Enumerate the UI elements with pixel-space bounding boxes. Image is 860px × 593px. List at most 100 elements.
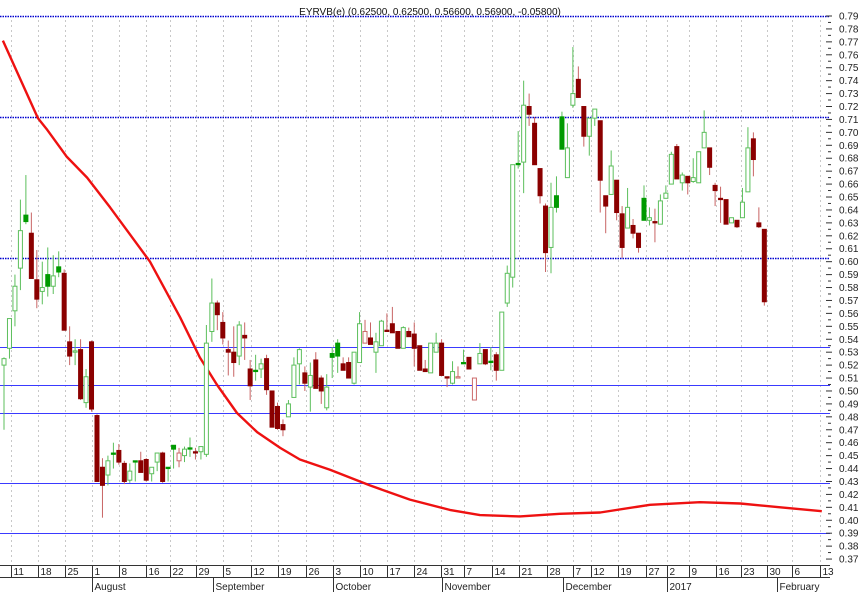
candle-body	[526, 106, 532, 115]
candle-body	[532, 122, 538, 166]
candle-body	[171, 444, 177, 450]
y-tick-label: 0.48	[839, 412, 859, 423]
candle	[367, 322, 373, 345]
candle-body	[477, 352, 483, 365]
x-tick-label: 8	[122, 567, 128, 578]
candle-body	[674, 146, 680, 180]
candle-body	[143, 458, 149, 481]
candle-body	[378, 320, 384, 347]
candle	[28, 212, 34, 279]
y-tick-label: 0.72	[839, 102, 859, 113]
candle-body	[132, 460, 138, 463]
x-tick-label: 16	[719, 567, 731, 578]
candle	[340, 357, 346, 371]
y-tick-label: 0.38	[839, 542, 859, 553]
candle-body	[198, 446, 204, 453]
candle	[362, 319, 368, 344]
y-tick-label: 0.66	[839, 180, 859, 191]
candle	[575, 66, 581, 98]
candle-body	[154, 452, 160, 463]
candle	[132, 460, 138, 482]
candle	[72, 339, 78, 366]
x-tick-label: 19	[281, 567, 293, 578]
x-tick-label: 2	[670, 567, 676, 578]
candle	[318, 375, 324, 404]
candle-body	[116, 449, 122, 463]
candle	[482, 349, 488, 366]
candle	[674, 144, 680, 180]
candle	[756, 207, 762, 229]
candle-body	[455, 376, 461, 379]
candle	[564, 123, 570, 179]
candle	[231, 326, 237, 377]
month-label: October	[336, 582, 372, 593]
candle-body	[236, 324, 242, 357]
candle	[553, 176, 559, 213]
candle	[750, 132, 756, 177]
candle-body	[630, 224, 636, 234]
y-tick-label: 0.79	[839, 12, 859, 23]
x-tick-label: 26	[309, 567, 321, 578]
candle	[477, 343, 483, 365]
x-tick-label: 11	[14, 567, 25, 578]
candle	[619, 206, 625, 258]
candle-body	[313, 359, 319, 389]
y-tick-label: 0.41	[839, 503, 859, 514]
candle-body	[121, 462, 127, 482]
candle-body	[373, 341, 379, 353]
candle	[171, 444, 177, 469]
candle-body	[586, 117, 592, 137]
candle-body	[707, 147, 713, 168]
candle-body	[548, 206, 554, 248]
candle	[499, 311, 505, 371]
candle	[258, 358, 264, 379]
candle-body	[411, 333, 417, 349]
x-tick-label: 23	[744, 567, 756, 578]
candle	[105, 455, 111, 486]
candle-body	[187, 447, 193, 450]
candle	[526, 93, 532, 126]
candle-body	[679, 174, 685, 184]
candle	[395, 330, 401, 349]
candle	[357, 312, 363, 364]
x-tick-label: 18	[41, 567, 53, 578]
candle-body	[389, 323, 395, 334]
candle-body	[575, 78, 581, 98]
candle	[455, 366, 461, 379]
candle	[510, 164, 516, 288]
candle-body	[515, 162, 521, 166]
candle-body	[23, 214, 29, 223]
x-tick-label: 13	[823, 567, 835, 578]
y-tick-label: 0.62	[839, 231, 859, 242]
candle	[39, 261, 45, 305]
candle	[209, 278, 215, 342]
candle-body	[756, 222, 762, 228]
candle-body	[685, 175, 691, 184]
candle	[614, 179, 620, 221]
candle	[242, 322, 248, 360]
candle	[548, 182, 554, 274]
candle-body	[592, 108, 598, 119]
candle-body	[12, 285, 18, 312]
candle-body	[619, 213, 625, 248]
candle	[160, 451, 166, 483]
y-tick-label: 0.43	[839, 477, 859, 488]
y-tick-label: 0.37	[839, 555, 859, 566]
y-tick-label: 0.61	[839, 244, 859, 255]
candle	[707, 147, 713, 176]
candle	[603, 195, 609, 234]
candle-body	[734, 219, 740, 228]
candle	[389, 306, 395, 334]
candle	[608, 150, 614, 195]
candle-body	[324, 386, 330, 409]
candle	[121, 460, 127, 485]
candle-body	[701, 131, 707, 149]
candle	[559, 111, 565, 150]
y-tick-label: 0.45	[839, 451, 859, 462]
candle-body	[127, 470, 133, 481]
y-tick-label: 0.47	[839, 425, 859, 436]
candle-body	[83, 376, 89, 404]
candle-body	[510, 164, 516, 278]
x-tick-label: 29	[199, 567, 211, 578]
x-tick-label: 28	[550, 567, 562, 578]
